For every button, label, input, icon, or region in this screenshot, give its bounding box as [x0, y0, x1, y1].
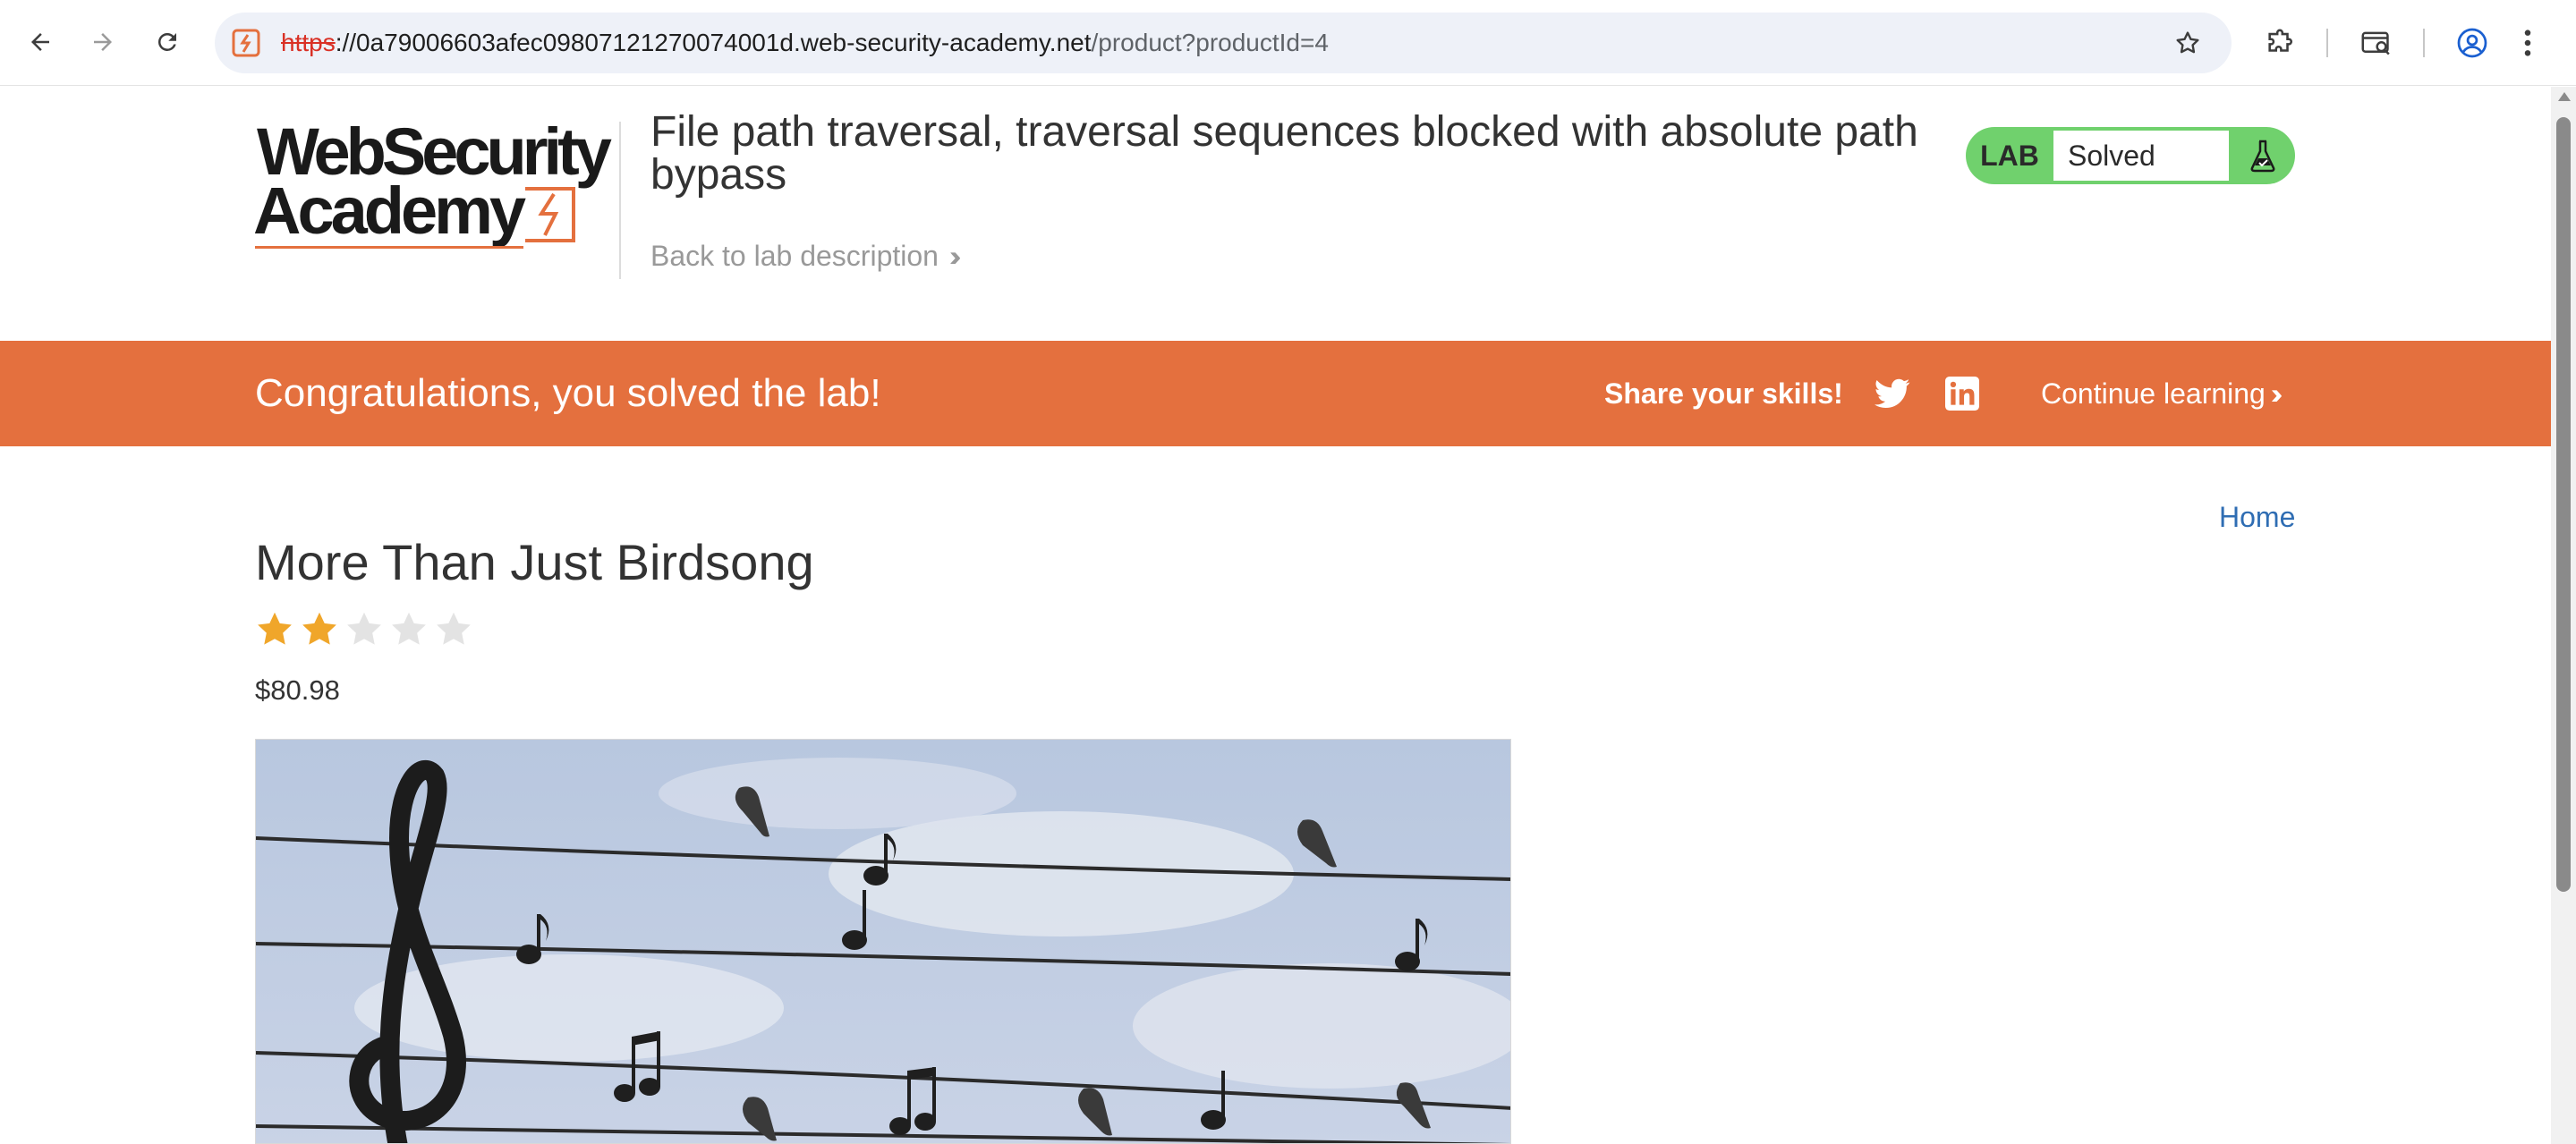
site-favicon: [227, 24, 265, 62]
puzzle-icon: [2268, 29, 2292, 52]
more-vert-icon: [2524, 30, 2531, 56]
page-scrollbar[interactable]: [2551, 87, 2576, 1144]
continue-learning-link[interactable]: Continue learning ››: [2041, 341, 2283, 446]
bookmark-button[interactable]: [2165, 21, 2210, 65]
lab-status-badge: LAB Solved: [1966, 127, 2295, 184]
star-empty-icon: [437, 612, 471, 645]
reload-button[interactable]: [145, 20, 190, 64]
toolbar-divider: [2326, 29, 2328, 57]
star-filled-icon: [302, 612, 336, 645]
address-bar[interactable]: https://0a79006603afec09807121270074001d…: [215, 13, 2232, 73]
star-outline-icon: [2176, 31, 2199, 54]
logo-underline: [255, 246, 523, 249]
back-button[interactable]: [18, 20, 63, 64]
reload-icon: [157, 32, 176, 51]
lab-favicon-icon: [232, 29, 260, 57]
window-search-icon: [2361, 31, 2390, 55]
toolbar-divider: [2423, 29, 2425, 57]
scroll-up-arrow-icon[interactable]: [2558, 92, 2571, 101]
product-image: [255, 739, 1511, 1144]
product-title: More Than Just Birdsong: [255, 534, 814, 590]
forward-button[interactable]: [81, 20, 125, 64]
birds-on-wires-illustration: [256, 740, 1510, 1143]
double-chevron-right-icon: ››: [2270, 377, 2283, 410]
header-divider: [619, 122, 621, 279]
linkedin-share-icon[interactable]: [1943, 375, 1981, 412]
url-host: ://0a79006603afec09807121270074001d.web-…: [335, 29, 1092, 56]
profile-icon: [2457, 28, 2487, 58]
back-link-label: Back to lab description: [650, 240, 939, 272]
arrow-left-icon: [31, 33, 49, 51]
menu-button[interactable]: [2514, 20, 2541, 66]
extensions-button[interactable]: [2257, 20, 2303, 66]
double-chevron-right-icon: ››: [948, 240, 962, 272]
congratulations-message: Congratulations, you solved the lab!: [255, 371, 881, 415]
flask-icon: [2231, 127, 2295, 184]
star-empty-icon: [392, 612, 426, 645]
tab-search-button[interactable]: [2353, 20, 2400, 66]
star-empty-icon: [347, 612, 381, 645]
product-rating: [255, 610, 473, 655]
url-path: /product?productId=4: [1091, 29, 1329, 56]
academy-logo[interactable]: WebSecurity Academy: [253, 119, 612, 253]
lab-title: File path traversal, traversal sequences…: [650, 108, 1918, 199]
logo-text-line2: Academy: [253, 174, 526, 248]
scrollbar-thumb[interactable]: [2556, 117, 2571, 892]
twitter-share-icon[interactable]: [1874, 375, 1911, 412]
back-to-lab-description-link[interactable]: Back to lab description ››: [650, 240, 962, 273]
continue-learning-label: Continue learning: [2041, 377, 2266, 410]
url-text[interactable]: https://0a79006603afec09807121270074001d…: [281, 13, 1329, 73]
share-skills-label: Share your skills!: [1604, 377, 1843, 410]
lab-badge-status: Solved: [2053, 131, 2229, 181]
star-filled-icon: [258, 612, 292, 645]
lab-badge-label: LAB: [1980, 140, 2039, 172]
browser-toolbar: https://0a79006603afec09807121270074001d…: [0, 0, 2576, 86]
congratulations-banner: Congratulations, you solved the lab! Sha…: [0, 341, 2551, 446]
product-price: $80.98: [255, 674, 340, 706]
lightning-logo-icon: [525, 187, 575, 242]
url-scheme: https: [281, 29, 336, 56]
arrow-right-icon: [94, 33, 112, 51]
home-link[interactable]: Home: [2219, 501, 2295, 534]
profile-button[interactable]: [2449, 20, 2495, 66]
